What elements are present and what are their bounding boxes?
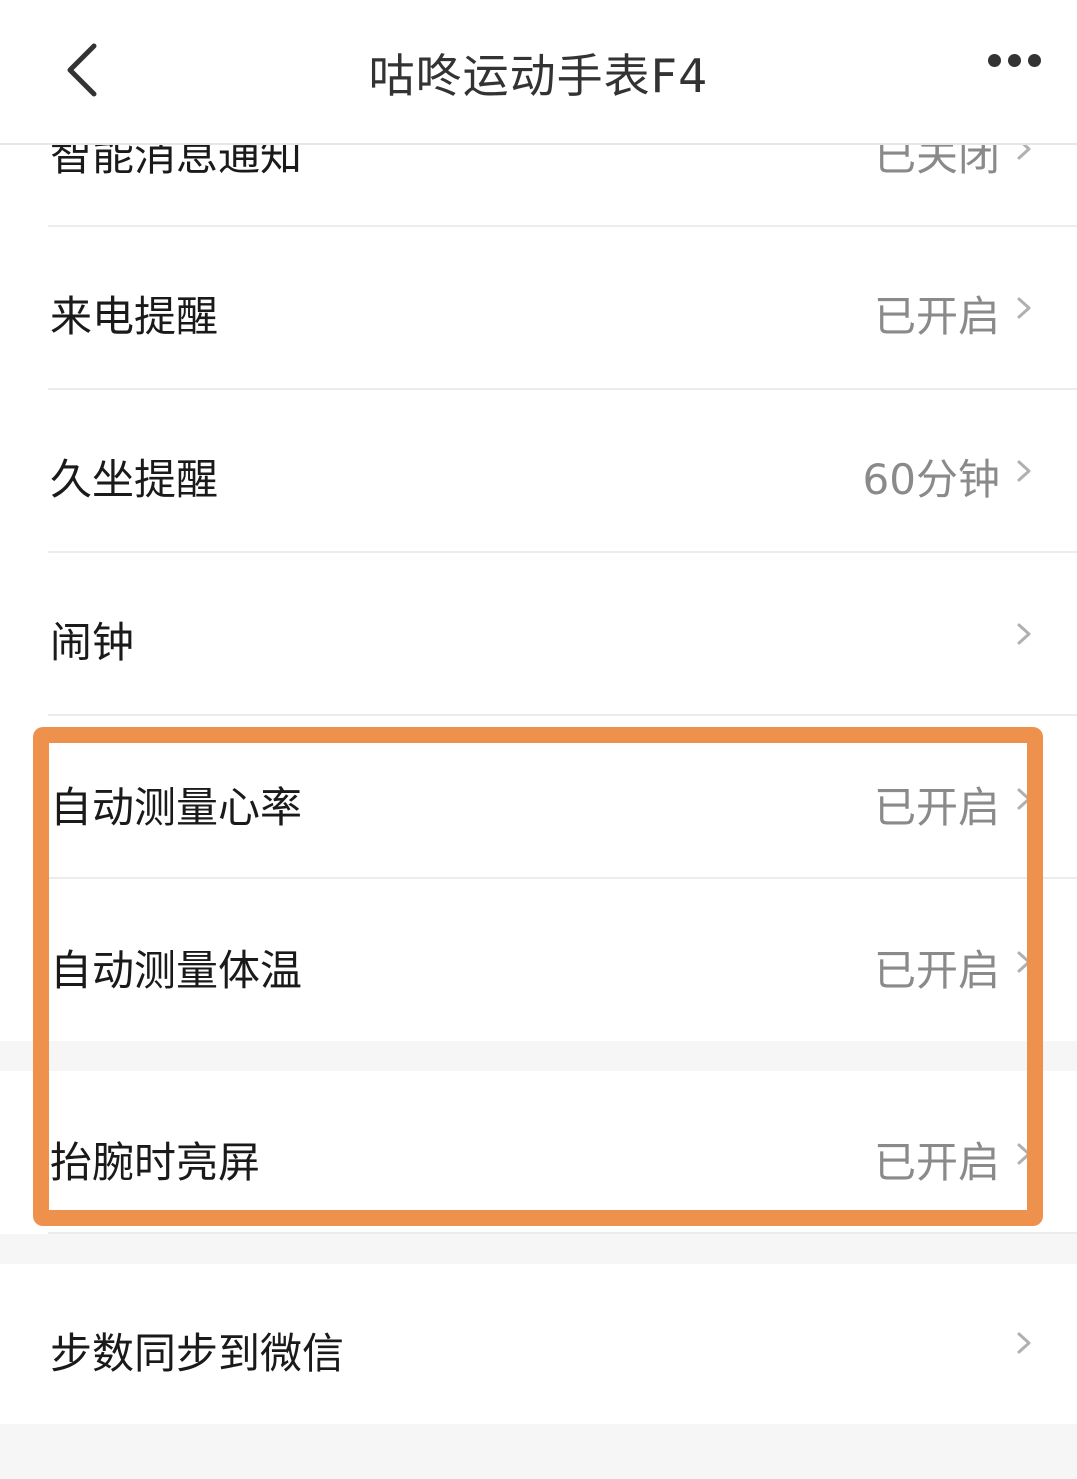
chevron-right-icon [1012, 1328, 1036, 1358]
setting-row-auto-heart-rate[interactable]: 自动测量心率 已开启 [0, 716, 1077, 878]
setting-row-sync-steps-wechat[interactable]: 步数同步到微信 [0, 1264, 1077, 1424]
setting-row-raise-to-wake[interactable]: 抬腕时亮屏 已开启 [0, 1071, 1077, 1233]
nav-bar: 咕咚运动手表F4 [0, 0, 1077, 145]
section-gap [0, 1424, 1077, 1479]
row-label: 来电提醒 [50, 292, 219, 341]
setting-row-alarm[interactable]: 闹钟 [0, 553, 1077, 715]
chevron-right-icon [1012, 784, 1036, 814]
setting-row-sedentary-reminder[interactable]: 久坐提醒 60分钟 [0, 390, 1077, 552]
row-value: 已开启 [873, 946, 1000, 995]
settings-screen: 咕咚运动手表F4 智能消息通知 已关闭 来电提醒 已开启 久坐提醒 60分钟 闹… [0, 0, 1077, 1479]
row-label: 自动测量心率 [50, 783, 303, 832]
section-gap [0, 1234, 1077, 1264]
chevron-right-icon [1012, 456, 1036, 486]
row-value: 已开启 [873, 292, 1000, 341]
more-dots-icon[interactable] [982, 48, 1046, 74]
row-value: 60分钟 [862, 455, 1000, 504]
chevron-right-icon [1012, 1139, 1036, 1169]
row-label: 久坐提醒 [50, 455, 219, 504]
section-gap [0, 1041, 1077, 1071]
chevron-right-icon [1012, 619, 1036, 649]
row-label: 步数同步到微信 [50, 1329, 345, 1378]
page-title: 咕咚运动手表F4 [368, 49, 709, 103]
chevron-right-icon [1012, 947, 1036, 977]
setting-row-call-reminder[interactable]: 来电提醒 已开启 [0, 227, 1077, 389]
setting-row-auto-body-temp[interactable]: 自动测量体温 已开启 [0, 879, 1077, 1041]
chevron-right-icon [1012, 293, 1036, 323]
row-label: 抬腕时亮屏 [50, 1138, 261, 1187]
row-label: 自动测量体温 [50, 946, 303, 995]
row-value: 已开启 [873, 783, 1000, 832]
row-value: 已开启 [873, 1138, 1000, 1187]
row-label: 闹钟 [50, 618, 135, 667]
